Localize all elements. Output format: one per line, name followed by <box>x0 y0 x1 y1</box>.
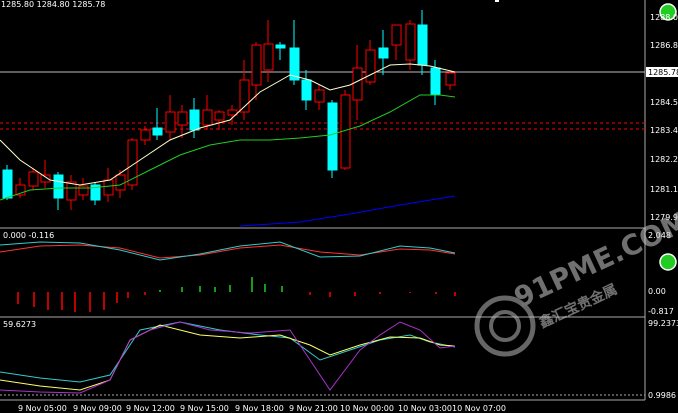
candle-bullish <box>314 89 325 103</box>
candle-bullish <box>365 49 376 83</box>
price-tick: 1282.25 <box>650 155 678 164</box>
candle-bullish <box>78 185 89 196</box>
candle-bearish <box>378 47 389 59</box>
time-axis: 9 Nov 05:00 9 Nov 09:00 9 Nov 12:00 9 No… <box>18 404 506 413</box>
candle-bearish <box>189 109 200 131</box>
time-tick: 9 Nov 21:00 <box>289 404 338 413</box>
macd-readout: 0.000 -0.116 <box>3 231 54 240</box>
macd-signal-line <box>0 244 456 259</box>
candle-bullish <box>177 111 188 126</box>
candle-bullish <box>165 111 176 133</box>
price-axis: 1288.00 1286.85 1285.78 1284.55 1283.40 … <box>646 13 678 222</box>
candle-bullish <box>445 72 456 86</box>
candle-bullish <box>214 111 225 121</box>
ma-slow-line <box>239 195 456 227</box>
current-price-label: 1285.78 <box>648 68 678 77</box>
time-tick: 9 Nov 05:00 <box>18 404 67 413</box>
stoch-tick-top: 99.2373 <box>648 319 678 328</box>
trade-status-icon[interactable] <box>659 253 677 271</box>
watermark-logo: 91PME.COM 鑫汇宝贵金属 <box>474 204 678 357</box>
stoch-readout: 59.6273 <box>3 320 36 329</box>
time-tick: 9 Nov 12:00 <box>126 404 175 413</box>
candle-bullish <box>405 23 416 61</box>
trading-chart[interactable]: 1285.80 1284.80 1285.78 1288.00 1286.85 … <box>0 0 678 413</box>
candle-bearish <box>417 24 428 66</box>
macd-histogram <box>17 277 456 312</box>
candle-bullish <box>28 171 39 187</box>
macd-tick-zero: 0.00 <box>648 287 666 296</box>
time-tick: 10 Nov 00:00 <box>340 404 394 413</box>
price-tick: 1286.85 <box>650 41 678 50</box>
candle-bullish <box>202 109 213 126</box>
candle-bullish <box>115 174 126 191</box>
ohlc-readout: 1285.80 1284.80 1285.78 <box>1 0 105 9</box>
marker <box>495 0 499 2</box>
candle-bullish <box>140 129 151 141</box>
candle-bullish <box>239 79 250 113</box>
price-tick: 1283.40 <box>650 126 678 135</box>
candle-bearish <box>301 79 312 101</box>
stoch-tick-bottom: 0.9986 <box>648 391 676 400</box>
time-tick: 10 Nov 07:00 <box>452 404 506 413</box>
candle-bullish <box>103 179 114 196</box>
candle-bearish <box>275 44 286 49</box>
ma-fast-line <box>0 63 456 186</box>
candle-bullish <box>263 43 274 71</box>
price-tick: 1281.10 <box>650 185 678 194</box>
candle-bullish <box>66 181 77 201</box>
candle-bullish <box>352 67 363 101</box>
watermark-logo-icon <box>489 310 521 342</box>
candlestick-series <box>2 10 456 210</box>
time-tick: 9 Nov 15:00 <box>180 404 229 413</box>
time-tick: 9 Nov 18:00 <box>235 404 284 413</box>
time-tick: 10 Nov 03:00 <box>398 404 452 413</box>
price-tick: 1284.55 <box>650 98 678 107</box>
price-tick: 1288.00 <box>650 13 678 22</box>
time-tick: 9 Nov 09:00 <box>73 404 122 413</box>
stoch-raw-line <box>0 321 456 394</box>
candle-bearish <box>152 127 163 136</box>
candle-bearish <box>327 102 338 171</box>
macd-tick-bottom: -0.817 <box>648 307 674 316</box>
candle-bearish <box>53 174 64 199</box>
candle-bullish <box>391 24 402 46</box>
candle-bearish <box>430 67 441 96</box>
stoch-signal-line <box>0 324 456 391</box>
candle-bearish <box>2 169 13 199</box>
candle-bullish <box>251 44 262 86</box>
